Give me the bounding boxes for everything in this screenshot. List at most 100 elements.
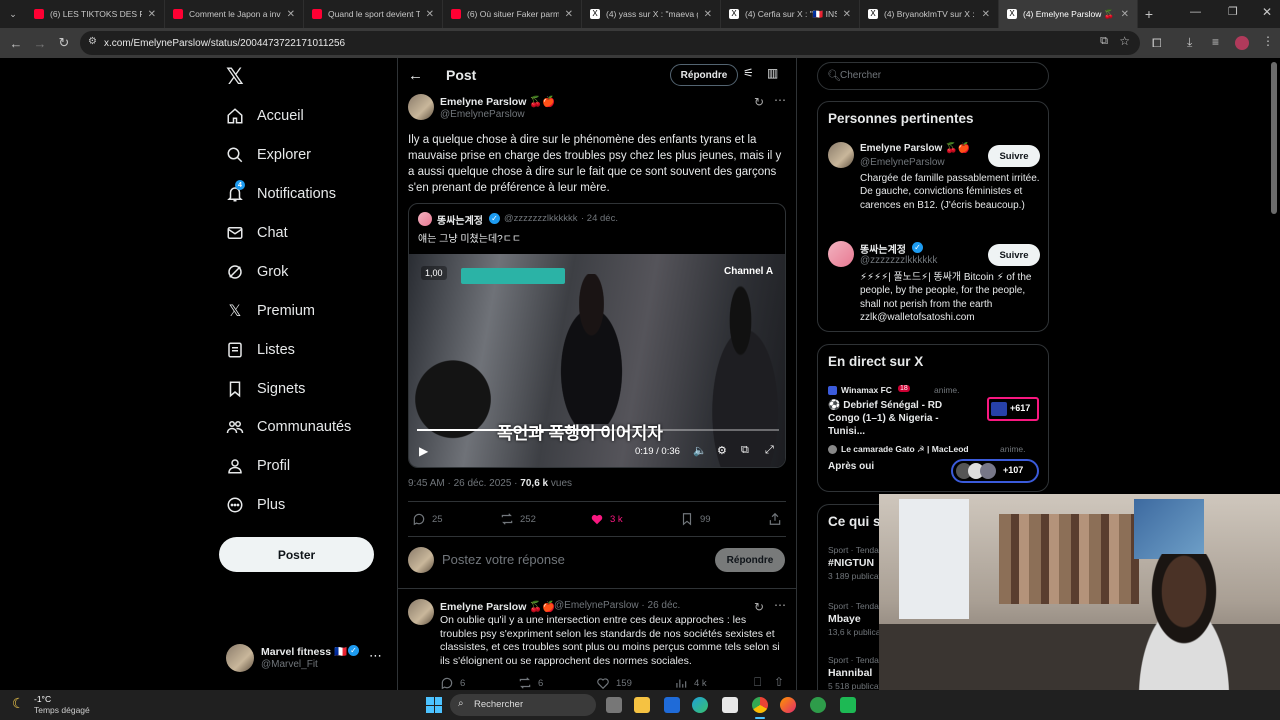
avatar[interactable]: [828, 142, 854, 168]
account-switcher[interactable]: Marvel fitness 🇫🇷 ✓ @Marvel_Fit ⋯: [226, 644, 386, 674]
start-button[interactable]: [426, 697, 442, 713]
browser-tab[interactable]: Quand le sport devient TC ✕: [304, 0, 443, 28]
settings-icon[interactable]: ⚙: [717, 444, 727, 457]
reply-author-handle[interactable]: @EmelyneParslow · 26 déc.: [554, 600, 680, 611]
minimize-button[interactable]: —: [1190, 6, 1201, 18]
close-tab-icon[interactable]: ✕: [287, 9, 295, 20]
browser-tab[interactable]: Comment le Japon a inve ✕: [165, 0, 304, 28]
bookmark-star-icon[interactable]: ☆: [1119, 34, 1130, 48]
page-scrollbar[interactable]: [1271, 62, 1277, 214]
video-progress-track[interactable]: [417, 429, 779, 431]
person-name[interactable]: Emelyne Parslow 🍒🍎: [860, 143, 970, 154]
like-action[interactable]: 3 k: [590, 512, 623, 526]
fullscreen-icon[interactable]: ⤢: [765, 444, 774, 457]
app-icon[interactable]: [840, 697, 856, 713]
close-tab-icon[interactable]: ✕: [1121, 9, 1129, 20]
reply-action[interactable]: 6: [440, 676, 465, 690]
browser-tab-active[interactable]: X(4) Emelyne Parslow 🍒🍎✕: [999, 0, 1138, 28]
share-icon[interactable]: ⇧: [774, 675, 784, 689]
follow-button[interactable]: Suivre: [988, 244, 1040, 266]
live-item[interactable]: Winamax FC 18 anime. ⚽ Debrief Sénégal -…: [828, 385, 1040, 437]
author-name[interactable]: Emelyne Parslow 🍒🍎: [440, 95, 555, 108]
bookmark-action[interactable]: 99: [680, 512, 711, 526]
video-speed-badge[interactable]: 1,00: [421, 266, 447, 280]
avatar[interactable]: [828, 241, 854, 267]
close-tab-icon[interactable]: ✕: [565, 9, 573, 20]
site-info-icon[interactable]: ⚙: [88, 36, 97, 47]
browser-menu-icon[interactable]: ⋮: [1262, 34, 1274, 48]
close-tab-icon[interactable]: ✕: [982, 9, 990, 20]
close-tab-icon[interactable]: ✕: [426, 9, 434, 20]
store-icon[interactable]: [722, 697, 738, 713]
edge-icon[interactable]: [692, 697, 708, 713]
reply-action[interactable]: 25: [412, 512, 443, 526]
profile-avatar[interactable]: [1235, 36, 1249, 50]
sidebar-item-notifications[interactable]: 4 Notifications: [226, 179, 336, 209]
new-tab-button[interactable]: +: [1138, 6, 1160, 22]
avatar[interactable]: [408, 599, 434, 625]
sidebar-item-premium[interactable]: 𝕏 Premium: [226, 296, 315, 326]
browser-tab[interactable]: X (4) yass sur X : "maeva gh ✕: [582, 0, 721, 28]
repost-action[interactable]: 6: [518, 676, 543, 690]
app-icon[interactable]: [664, 697, 680, 713]
sidebar-item-plus[interactable]: Plus: [226, 490, 285, 520]
sidebar-item-profil[interactable]: Profil: [226, 451, 290, 481]
sidebar-item-communautes[interactable]: Communautés: [226, 412, 351, 442]
tab-search-icon[interactable]: ⌄: [0, 9, 26, 20]
browser-tab[interactable]: X (4) BryanoklmTV sur X : "J ✕: [860, 0, 999, 28]
quote-tweet[interactable]: 똥싸는계정 ✓ @zzzzzzzlkkkkkk · 24 déc. 얘는 그냥 …: [408, 203, 786, 468]
back-icon[interactable]: ←: [4, 36, 28, 51]
close-tab-icon[interactable]: ✕: [704, 9, 712, 20]
video-player[interactable]: 1,00 Channel A 폭언과 폭행이 이어지자 ▶ 0:19 / 0:3…: [409, 254, 785, 467]
reply-submit-button[interactable]: Répondre: [715, 548, 785, 572]
repost-action[interactable]: 252: [500, 512, 536, 526]
author-handle[interactable]: @EmelyneParslow: [440, 109, 525, 120]
reader-view-icon[interactable]: ▥: [767, 66, 778, 80]
app-icon[interactable]: [810, 697, 826, 713]
volume-icon[interactable]: 🔈: [693, 444, 707, 457]
more-options-icon[interactable]: ⋯: [774, 93, 786, 107]
install-app-icon[interactable]: ⧉: [1100, 35, 1108, 48]
follow-button[interactable]: Suivre: [988, 145, 1040, 167]
media-icon[interactable]: ≡: [1212, 35, 1219, 49]
browser-tab[interactable]: X (4) Cerfia sur X : "🇫🇷 INSO ✕: [721, 0, 860, 28]
filter-icon[interactable]: ⚟: [743, 66, 754, 80]
sidebar-item-signets[interactable]: Signets: [226, 374, 305, 404]
chrome-icon[interactable]: [752, 697, 768, 713]
forward-icon[interactable]: →: [28, 36, 52, 51]
close-window-button[interactable]: ✕: [1262, 5, 1272, 19]
sidebar-item-listes[interactable]: Listes: [226, 335, 295, 365]
more-options-icon[interactable]: ⋯: [774, 598, 786, 612]
pip-icon[interactable]: ⧉: [741, 444, 749, 457]
reply-author-name[interactable]: Emelyne Parslow 🍒🍎: [440, 600, 555, 613]
search-input[interactable]: 🔍︎ Chercher: [817, 62, 1049, 90]
back-arrow-icon[interactable]: ←: [408, 67, 423, 84]
download-icon[interactable]: ⤓: [1187, 35, 1192, 50]
reply-input[interactable]: Postez votre réponse: [442, 552, 662, 567]
x-logo-icon[interactable]: 𝕏: [226, 65, 244, 90]
task-view-icon[interactable]: [606, 697, 622, 713]
browser-tab[interactable]: (6) Où situer Faker parmi ✕: [443, 0, 582, 28]
views-action[interactable]: 4 k: [674, 676, 707, 690]
weather-icon[interactable]: ☾: [12, 695, 25, 712]
sidebar-item-chat[interactable]: Chat: [226, 218, 288, 248]
reply-header-button[interactable]: Répondre: [670, 64, 738, 86]
file-explorer-icon[interactable]: [634, 697, 650, 713]
sidebar-item-grok[interactable]: Grok: [226, 257, 288, 287]
extensions-icon[interactable]: ⧠: [1152, 36, 1162, 51]
grok-explain-icon[interactable]: ↻: [754, 95, 764, 109]
firefox-icon[interactable]: [780, 697, 796, 713]
maximize-button[interactable]: ❐: [1228, 5, 1238, 18]
close-tab-icon[interactable]: ✕: [148, 9, 156, 20]
like-action[interactable]: 159: [596, 676, 632, 690]
sidebar-item-accueil[interactable]: Accueil: [226, 101, 304, 131]
browser-tab[interactable]: (6) LES TIKTOKS DES POLI✕: [26, 0, 165, 28]
person-name[interactable]: 똥싸는계정: [860, 241, 906, 256]
play-icon[interactable]: ▶: [419, 444, 428, 458]
taskbar-search[interactable]: ⌕ Rechercher: [450, 694, 596, 716]
reload-icon[interactable]: ↻: [52, 35, 76, 51]
close-tab-icon[interactable]: ✕: [843, 9, 851, 20]
post-button[interactable]: Poster: [219, 537, 374, 572]
share-action[interactable]: [768, 512, 788, 526]
sidebar-item-explorer[interactable]: Explorer: [226, 140, 311, 170]
